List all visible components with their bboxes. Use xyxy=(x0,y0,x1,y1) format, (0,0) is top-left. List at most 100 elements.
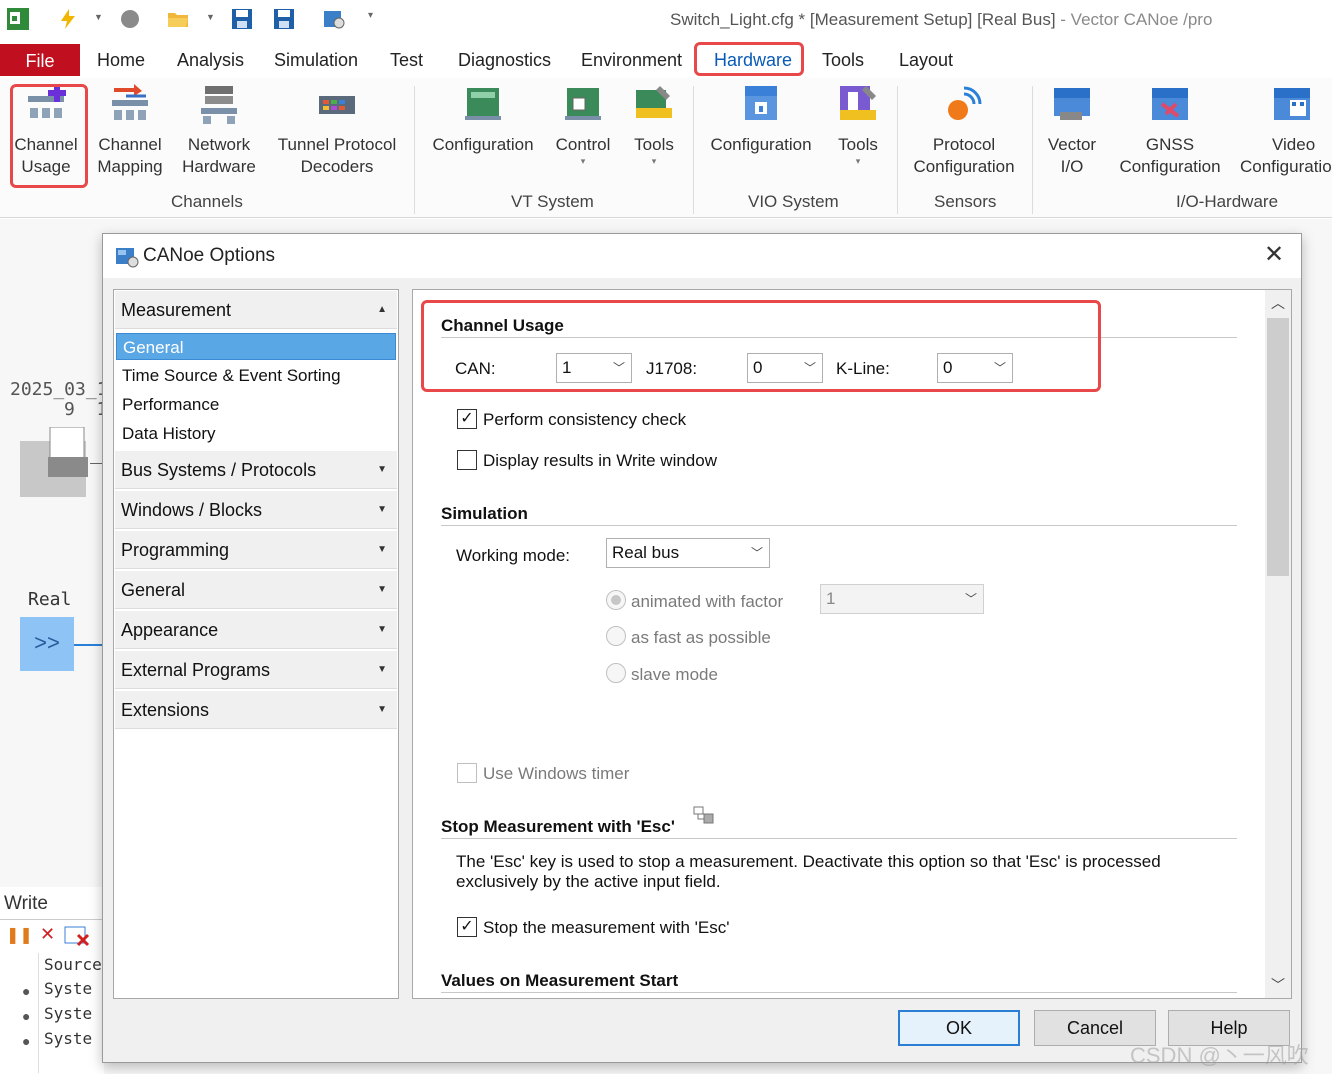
bullet-icon: ● xyxy=(22,983,31,999)
menu-bar: File Home Analysis Simulation Test Diagn… xyxy=(0,42,1332,78)
channel-mapping-button[interactable]: Channel Mapping xyxy=(94,82,166,178)
nav-item-data-history[interactable]: Data History xyxy=(116,420,396,447)
ok-button[interactable]: OK xyxy=(898,1010,1020,1046)
tunnel-protocol-decoders-button[interactable]: Tunnel Protocol Decoders xyxy=(274,82,400,178)
windows-timer-checkbox[interactable] xyxy=(457,763,477,783)
clear-icon[interactable]: ✕ xyxy=(40,924,55,945)
gnss-configuration-button[interactable]: GNSS Configuration xyxy=(1114,82,1226,178)
source-column-header[interactable]: Source xyxy=(44,955,102,974)
ribbon-separator xyxy=(414,86,415,214)
title-bar: ▼ ▼ ▾ Switch_Light.cfg * [Measurement Se… xyxy=(0,0,1332,40)
j1708-channel-select[interactable]: 0 ﹀ xyxy=(747,353,823,383)
nav-item-time-source[interactable]: Time Source & Event Sorting xyxy=(116,362,396,389)
tab-environment[interactable]: Environment xyxy=(581,42,682,76)
tab-file[interactable]: File xyxy=(0,44,80,76)
vio-tools-icon xyxy=(840,86,876,120)
working-mode-label: Working mode: xyxy=(456,546,571,565)
stop-with-esc-label: Stop the measurement with 'Esc' xyxy=(483,918,730,937)
stop-with-esc-checkbox[interactable]: ✓ xyxy=(457,917,477,937)
vt-configuration-button[interactable]: Configuration xyxy=(428,82,538,156)
channel-usage-button[interactable]: Channel Usage xyxy=(14,82,78,178)
protocol-configuration-button[interactable]: Protocol Configuration xyxy=(908,82,1020,178)
nav-section-extensions[interactable]: Extensions ▼ xyxy=(115,691,397,729)
pause-icon[interactable]: ❚❚ xyxy=(6,925,33,944)
nav-section-external-programs[interactable]: External Programs ▼ xyxy=(115,651,397,689)
lightning-icon[interactable] xyxy=(56,7,80,31)
save-as-icon[interactable] xyxy=(272,7,296,31)
tab-test[interactable]: Test xyxy=(390,42,423,76)
nav-section-bus-systems[interactable]: Bus Systems / Protocols ▼ xyxy=(115,451,397,489)
slave-mode-label: slave mode xyxy=(631,665,718,684)
group-label-vio-system: VIO System xyxy=(748,192,839,211)
kline-channel-select[interactable]: 0 ﹀ xyxy=(937,353,1013,383)
slave-mode-radio[interactable] xyxy=(606,663,626,683)
nav-section-programming[interactable]: Programming ▼ xyxy=(115,531,397,569)
scroll-up-icon[interactable]: ︿ xyxy=(1265,290,1291,316)
save-icon[interactable] xyxy=(230,7,254,31)
clear-all-icon[interactable] xyxy=(64,925,90,947)
nav-item-performance[interactable]: Performance xyxy=(116,391,396,418)
real-bus-label: Real xyxy=(28,589,72,610)
network-hardware-button[interactable]: Network Hardware xyxy=(180,82,258,178)
watermark: CSDN @丶一风吹 xyxy=(1130,1043,1309,1068)
nav-section-appearance[interactable]: Appearance ▼ xyxy=(115,611,397,649)
list-item: Syste xyxy=(44,1004,93,1023)
real-bus-block[interactable]: >> xyxy=(20,617,74,671)
section-title-channel-usage: Channel Usage xyxy=(441,316,564,335)
tab-analysis[interactable]: Analysis xyxy=(177,42,244,76)
tab-home[interactable]: Home xyxy=(97,42,145,76)
ribbon-separator xyxy=(1032,86,1033,214)
tab-simulation[interactable]: Simulation xyxy=(274,42,358,76)
display-results-checkbox[interactable] xyxy=(457,450,477,470)
group-label-sensors: Sensors xyxy=(934,192,997,211)
can-channel-select[interactable]: 1 ﹀ xyxy=(556,353,632,383)
vio-configuration-button[interactable]: Configuration xyxy=(706,82,816,156)
tab-hardware[interactable]: Hardware xyxy=(714,42,792,76)
vt-control-button[interactable]: Control ▾ xyxy=(552,82,614,166)
scrollbar-thumb[interactable] xyxy=(1267,318,1289,576)
dropdown-arrow-icon[interactable]: ▼ xyxy=(94,12,103,22)
tab-layout[interactable]: Layout xyxy=(899,42,953,76)
ribbon-separator xyxy=(693,86,694,214)
stop-icon[interactable] xyxy=(118,7,142,31)
ribbon-separator xyxy=(897,86,898,214)
customize-toolbar-icon[interactable]: ▾ xyxy=(368,10,373,21)
sensor-signal-icon xyxy=(948,86,982,120)
kline-label: K-Line: xyxy=(836,359,890,378)
dropdown-arrow-icon: ▾ xyxy=(651,156,657,166)
nav-item-general-selected[interactable]: General xyxy=(116,333,396,360)
nav-section-measurement[interactable]: Measurement ▲ xyxy=(115,291,397,329)
animated-radio[interactable] xyxy=(606,590,626,610)
dropdown-arrow-icon: ▾ xyxy=(855,156,861,166)
vio-tools-button[interactable]: Tools ▾ xyxy=(832,82,884,166)
fast-radio[interactable] xyxy=(606,626,626,646)
network-hardware-icon xyxy=(201,86,237,124)
tab-diagnostics[interactable]: Diagnostics xyxy=(458,42,551,76)
section-divider xyxy=(441,992,1237,993)
tab-tools[interactable]: Tools xyxy=(822,42,864,76)
vt-tools-button[interactable]: Tools ▾ xyxy=(628,82,680,166)
dropdown-arrow-icon[interactable]: ▼ xyxy=(206,12,215,22)
content-scrollbar[interactable]: ︿ ﹀ xyxy=(1265,290,1291,998)
vector-io-button[interactable]: Vector I/O xyxy=(1044,82,1100,178)
scroll-down-icon[interactable]: ﹀ xyxy=(1265,972,1291,998)
nav-section-general[interactable]: General ▼ xyxy=(115,571,397,609)
open-folder-icon[interactable] xyxy=(166,7,190,31)
video-configuration-button[interactable]: Video Configuratio xyxy=(1240,82,1332,178)
nav-section-windows-blocks[interactable]: Windows / Blocks ▼ xyxy=(115,491,397,529)
chevron-down-icon: ▼ xyxy=(377,704,387,715)
dialog-title: CANoe Options xyxy=(143,245,276,266)
close-icon[interactable]: ✕ xyxy=(1261,242,1287,268)
options-icon[interactable] xyxy=(322,7,346,31)
bullet-icon: ● xyxy=(22,1033,31,1049)
section-title-stop-measurement: Stop Measurement with 'Esc' xyxy=(441,817,675,836)
chevron-down-icon: ▼ xyxy=(377,584,387,595)
consistency-check-checkbox[interactable]: ✓ xyxy=(457,409,477,429)
section-divider xyxy=(441,337,1237,338)
section-divider xyxy=(441,525,1237,526)
animation-factor-select[interactable]: 1 ﹀ xyxy=(820,584,984,614)
working-mode-select[interactable]: Real bus ﹀ xyxy=(606,538,770,568)
chevron-down-icon: ﹀ xyxy=(803,361,816,375)
list-item: Syste xyxy=(44,1029,93,1048)
vt-configuration-icon xyxy=(465,88,501,120)
